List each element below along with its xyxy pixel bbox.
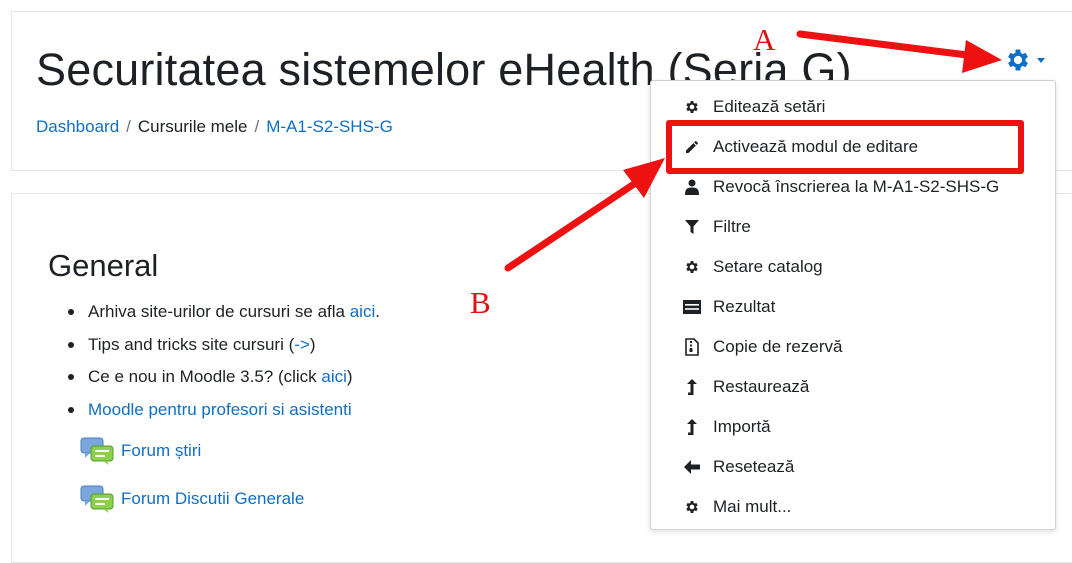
list-item-suffix: ) bbox=[346, 367, 353, 386]
menu-item-label: Editează setări bbox=[713, 97, 826, 116]
breadcrumb-separator: / bbox=[126, 117, 131, 136]
list-item-suffix: ) bbox=[309, 334, 316, 354]
gear-icon bbox=[683, 98, 701, 116]
menu-item-label: Revocă înscrierea la M-A1-S2-SHS-G bbox=[713, 177, 1000, 196]
level-up-icon bbox=[683, 418, 701, 436]
annotation-highlight-box bbox=[666, 120, 1024, 174]
table-icon bbox=[683, 298, 701, 316]
menu-item-reset[interactable]: Resetează bbox=[651, 449, 1055, 485]
menu-item-label: Resetează bbox=[713, 457, 795, 476]
list-item: Moodle pentru profesori si asistenti bbox=[68, 394, 380, 427]
menu-item-label: Mai mult... bbox=[713, 497, 792, 516]
forum-general-link[interactable]: Forum Discutii Generale bbox=[121, 489, 304, 509]
menu-item-label: Rezultat bbox=[713, 297, 776, 316]
list-item: Arhiva site-urilor de cursuri se afla ai… bbox=[68, 296, 380, 329]
list-item-text: Arhiva site-urilor de cursuri se afla bbox=[88, 302, 350, 321]
list-item: Tips and tricks site cursuri (->) bbox=[68, 329, 380, 362]
menu-item-label: Filtre bbox=[713, 217, 751, 236]
forum-icon bbox=[80, 437, 114, 465]
forum-icon bbox=[80, 485, 114, 513]
list-item-text: Tips and tricks site cursuri ( bbox=[88, 334, 295, 354]
breadcrumb-separator: / bbox=[254, 117, 260, 136]
breadcrumb-my-courses[interactable]: Cursurile mele bbox=[138, 117, 248, 136]
breadcrumb: Dashboard / Cursurile mele / M-A1-S2-SHS-G bbox=[36, 117, 393, 137]
menu-item-label: Restaurează bbox=[713, 377, 810, 396]
list-item-link[interactable]: Moodle pentru profesori si asistenti bbox=[88, 400, 352, 419]
chevron-down-icon bbox=[1037, 57, 1045, 63]
menu-item-backup[interactable]: Copie de rezervă bbox=[651, 329, 1055, 365]
list-item: Ce e nou in Moodle 3.5? (click aici) bbox=[68, 361, 380, 394]
menu-item-restore[interactable]: Restaurează bbox=[651, 369, 1055, 405]
menu-item-unenrol[interactable]: Revocă înscrierea la M-A1-S2-SHS-G bbox=[651, 169, 1055, 205]
menu-item-outcomes[interactable]: Rezultat bbox=[651, 289, 1055, 325]
list-item-link[interactable]: aici bbox=[321, 367, 347, 386]
user-icon bbox=[683, 178, 701, 196]
list-item-text: Ce e nou in Moodle 3.5? (click bbox=[88, 367, 322, 386]
menu-item-label: Copie de rezervă bbox=[713, 337, 843, 356]
breadcrumb-course[interactable]: M-A1-S2-SHS-G bbox=[266, 117, 393, 136]
breadcrumb-dashboard[interactable]: Dashboard bbox=[36, 117, 119, 136]
forum-activity-general[interactable]: Forum Discutii Generale bbox=[79, 484, 304, 514]
menu-item-filters[interactable]: Filtre bbox=[651, 209, 1055, 245]
forum-activity-news[interactable]: Forum știri bbox=[79, 436, 201, 466]
course-actions-button[interactable] bbox=[1004, 46, 1045, 74]
menu-item-label: Importă bbox=[713, 417, 771, 436]
filter-icon bbox=[683, 218, 701, 236]
annotation-letter-b: B bbox=[470, 285, 491, 320]
list-item-link[interactable]: aici bbox=[350, 302, 376, 321]
annotation-letter-a: A bbox=[753, 22, 776, 57]
list-item-suffix: . bbox=[375, 302, 380, 321]
menu-item-import[interactable]: Importă bbox=[651, 409, 1055, 445]
menu-item-gradebook-setup[interactable]: Setare catalog bbox=[651, 249, 1055, 285]
section-title: General bbox=[48, 248, 159, 283]
gear-icon bbox=[1008, 49, 1028, 71]
gear-icon bbox=[683, 498, 701, 516]
section-summary-list: Arhiva site-urilor de cursuri se afla ai… bbox=[68, 296, 380, 426]
file-archive-icon bbox=[683, 338, 701, 356]
menu-item-label: Setare catalog bbox=[713, 257, 823, 276]
forum-news-link[interactable]: Forum știri bbox=[121, 441, 201, 461]
list-item-link[interactable]: -> bbox=[294, 335, 310, 354]
arrow-left-icon bbox=[683, 458, 701, 476]
gear-icon bbox=[683, 258, 701, 276]
level-up-icon bbox=[683, 378, 701, 396]
menu-item-more[interactable]: Mai mult... bbox=[651, 489, 1055, 525]
